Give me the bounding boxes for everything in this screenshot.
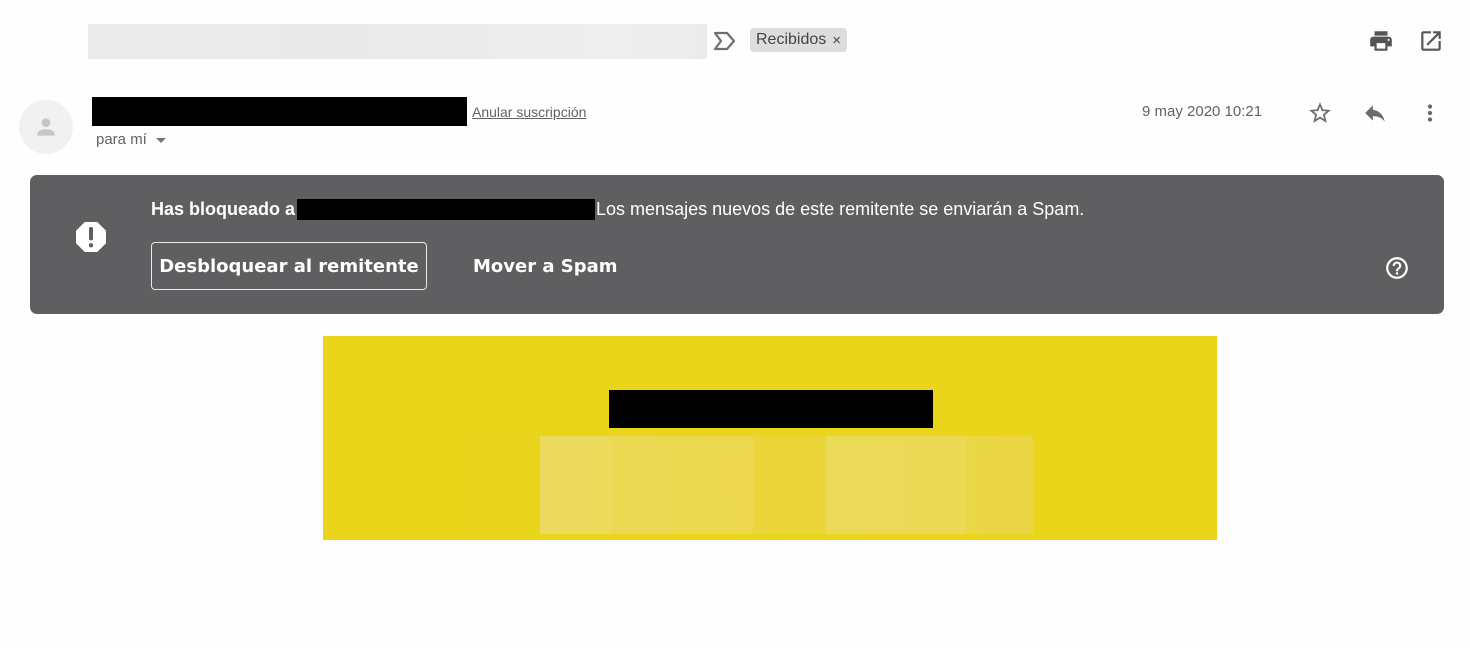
chevron-down-icon [155,138,166,143]
sender-avatar[interactable] [19,100,73,154]
email-title-redacted [609,390,933,428]
star-icon[interactable] [1307,100,1333,126]
help-circle-icon[interactable] [1384,255,1410,281]
subject-redacted [88,24,707,59]
sender-name-redacted [92,97,467,126]
move-to-spam-button[interactable]: Mover a Spam [473,242,618,290]
label-chip-inbox[interactable]: Recibidos × [750,28,848,52]
more-vert-icon[interactable] [1417,100,1443,126]
blocked-sender-banner: Has bloqueado a Los mensajes nuevos de e… [30,175,1444,314]
email-text-blurred [473,436,1033,534]
blocked-message: Has bloqueado a Los mensajes nuevos de e… [151,199,1084,220]
email-view: Recibidos × Anular suscripción para mí 9… [0,0,1470,648]
message-date: 9 may 2020 10:21 [1142,103,1263,120]
importance-marker-icon[interactable] [712,30,738,52]
person-icon [37,118,55,136]
label-chip-text: Recibidos [756,31,827,48]
email-body-image [323,336,1217,540]
report-octagon-icon [76,222,106,252]
blocked-prefix: Has bloqueado a [151,199,296,219]
print-icon[interactable] [1368,28,1394,54]
blocked-suffix: Los mensajes nuevos de este remitente se… [596,199,1085,219]
unblock-sender-button[interactable]: Desbloquear al remitente [151,242,427,290]
recipient-label: para mí [96,131,147,148]
open-in-new-window-icon[interactable] [1418,28,1444,54]
email-body-area [110,545,1470,648]
blocked-sender-redacted [297,199,596,220]
recipient-details-toggle[interactable]: para mí [96,131,166,148]
remove-label-icon[interactable]: × [832,32,841,49]
unsubscribe-link[interactable]: Anular suscripción [472,104,586,120]
reply-icon[interactable] [1362,100,1388,126]
